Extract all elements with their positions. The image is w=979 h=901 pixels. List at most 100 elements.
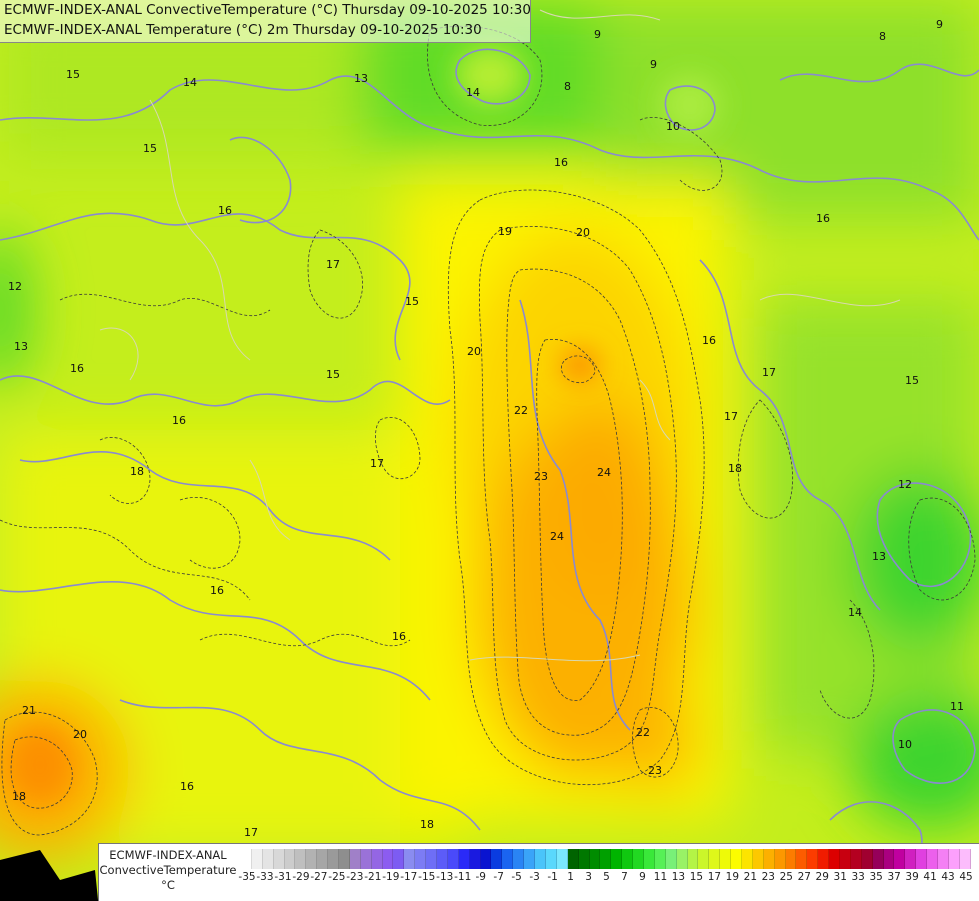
legend-tick-label: -13 — [436, 871, 454, 883]
contour-label: 16 — [218, 204, 232, 217]
legend-tick-label: -1 — [547, 871, 558, 883]
legend-color-swatch — [698, 849, 710, 869]
contour-label: 15 — [143, 142, 157, 155]
contour-label: 22 — [514, 404, 528, 417]
legend-color-swatch — [676, 849, 688, 869]
legend-tick-label: 17 — [707, 871, 722, 883]
contour-label: 18 — [130, 465, 144, 478]
contour-label: 11 — [950, 700, 964, 713]
legend-color-swatch — [480, 849, 492, 869]
legend-tick-label: 25 — [779, 871, 793, 883]
contour-label: 17 — [370, 457, 384, 470]
contour-label: 23 — [534, 470, 548, 483]
legend-color-swatch — [360, 849, 372, 869]
contour-label: 8 — [564, 80, 571, 93]
legend-color-swatch — [731, 849, 742, 869]
contour-label: 16 — [180, 780, 194, 793]
legend-color-swatch — [251, 849, 263, 869]
title-convective-temperature: ECMWF-INDEX-ANAL ConvectiveTemperature (… — [4, 2, 531, 18]
contour-label: 14 — [466, 86, 480, 99]
legend-color-swatch — [426, 849, 438, 869]
legend-color-swatch — [763, 849, 775, 869]
legend-color-swatch — [861, 849, 873, 869]
legend-color-swatch — [393, 849, 405, 869]
contour-label: 24 — [550, 530, 564, 543]
legend-tick-label: 35 — [869, 871, 883, 883]
contour-label: 17 — [244, 826, 258, 839]
contour-label: 13 — [872, 550, 886, 563]
contour-label: 14 — [848, 606, 862, 619]
legend-color-swatch — [371, 849, 383, 869]
contour-label: 9 — [936, 18, 943, 31]
legend-color-swatch — [556, 849, 568, 869]
legend-unit: °C — [161, 878, 175, 892]
legend-color-swatch — [752, 849, 764, 869]
legend-tick-label: 15 — [689, 871, 704, 883]
legend-color-swatch — [535, 849, 546, 869]
legend-color-swatch — [611, 849, 623, 869]
legend-color-swatch — [807, 849, 819, 869]
legend-color-swatch — [883, 849, 895, 869]
legend-color-swatch — [545, 849, 557, 869]
legend-tick-label: 1 — [567, 871, 574, 883]
legend-color-swatch — [284, 849, 296, 869]
legend-color-swatch — [491, 849, 503, 869]
contour-label: 12 — [898, 478, 912, 491]
contour-label: 9 — [594, 28, 601, 41]
legend-tick-label: 41 — [923, 871, 937, 883]
contour-label: 20 — [73, 728, 87, 741]
legend-color-swatch — [600, 849, 612, 869]
legend-color-swatch — [774, 849, 786, 869]
legend-tick-label: -31 — [274, 871, 292, 883]
legend-color-swatch — [295, 849, 307, 869]
legend-color-swatch — [916, 849, 928, 869]
contour-label: 20 — [467, 345, 481, 358]
legend-tick-label: 37 — [887, 871, 901, 883]
contour-label: 18 — [12, 790, 26, 803]
legend-color-swatch — [306, 849, 318, 869]
contour-label: 15 — [66, 68, 80, 81]
contour-label: 13 — [354, 72, 368, 85]
legend-color-swatch — [273, 849, 285, 869]
contour-label: 16 — [70, 362, 84, 375]
legend-title: ECMWF-INDEX-ANAL ConvectiveTemperature °… — [99, 848, 237, 893]
legend-color-swatch — [622, 849, 634, 869]
contour-label: 15 — [405, 295, 419, 308]
legend-color-swatch — [349, 849, 361, 869]
legend-color-swatch — [829, 849, 840, 869]
legend-tick-label: -5 — [511, 871, 522, 883]
contour-label: 12 — [8, 280, 22, 293]
legend-color-swatch — [905, 849, 917, 869]
legend-tick-label: -15 — [418, 871, 436, 883]
legend-tick-label: 21 — [743, 871, 758, 883]
legend-color-swatch — [241, 849, 252, 869]
contour-label: 14 — [183, 76, 197, 89]
legend-color-swatch — [938, 849, 949, 869]
legend-parameter-name: ConvectiveTemperature — [99, 863, 237, 877]
contour-label: 9 — [650, 58, 657, 71]
legend-tick-label: 19 — [725, 871, 740, 883]
legend-color-swatch — [502, 849, 514, 869]
contour-label: 15 — [326, 368, 340, 381]
contour-label: 13 — [14, 340, 28, 353]
legend-color-swatch — [643, 849, 655, 869]
legend-color-swatch — [709, 849, 721, 869]
legend-color-swatch — [839, 849, 851, 869]
contour-label: 16 — [816, 212, 830, 225]
legend-color-swatch — [850, 849, 862, 869]
legend-color-swatch — [665, 849, 677, 869]
legend-tick-label: 29 — [815, 871, 829, 883]
legend-color-swatch — [927, 849, 938, 869]
legend-tick-label: -25 — [328, 871, 346, 883]
legend-tick-label: 27 — [797, 871, 811, 883]
contour-label: 16 — [392, 630, 406, 643]
contour-label: 10 — [898, 738, 912, 751]
legend-tick-label: 23 — [761, 871, 775, 883]
legend-tick-label: 5 — [603, 871, 610, 883]
legend-tick-label: -3 — [529, 871, 540, 883]
legend-color-swatch — [633, 849, 644, 869]
legend-tick-label: 9 — [639, 871, 646, 883]
legend-tick-label: 7 — [621, 871, 628, 883]
legend-color-swatch — [262, 849, 274, 869]
legend-color-swatch — [382, 849, 394, 869]
